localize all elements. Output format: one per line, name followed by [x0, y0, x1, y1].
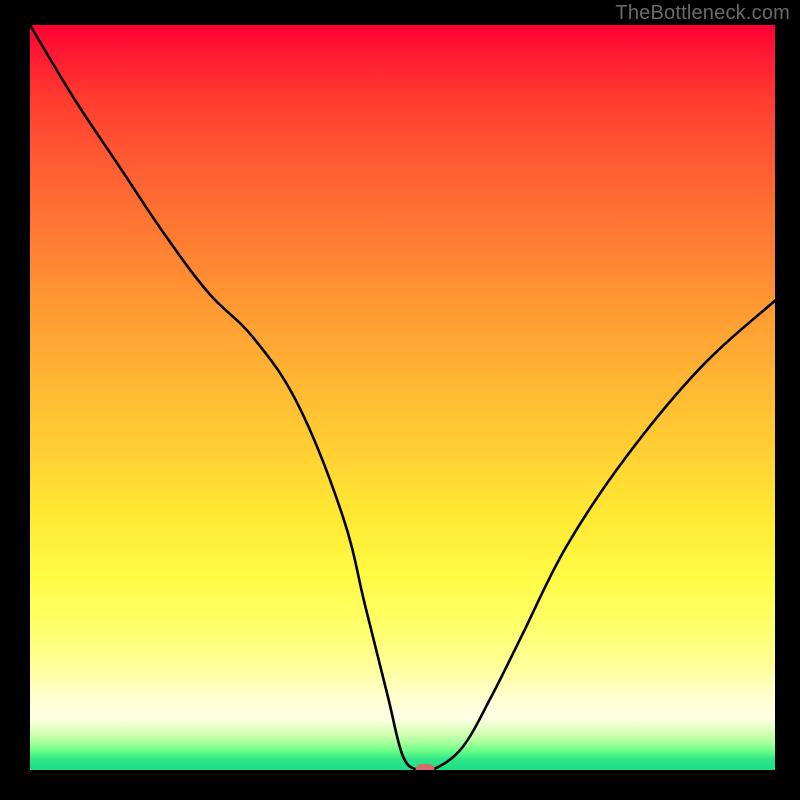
watermark-text: TheBottleneck.com [615, 2, 790, 25]
plot-area [30, 25, 775, 770]
optimal-point-marker [415, 764, 434, 770]
chart-frame: TheBottleneck.com [0, 0, 800, 800]
bottleneck-curve [30, 25, 775, 770]
